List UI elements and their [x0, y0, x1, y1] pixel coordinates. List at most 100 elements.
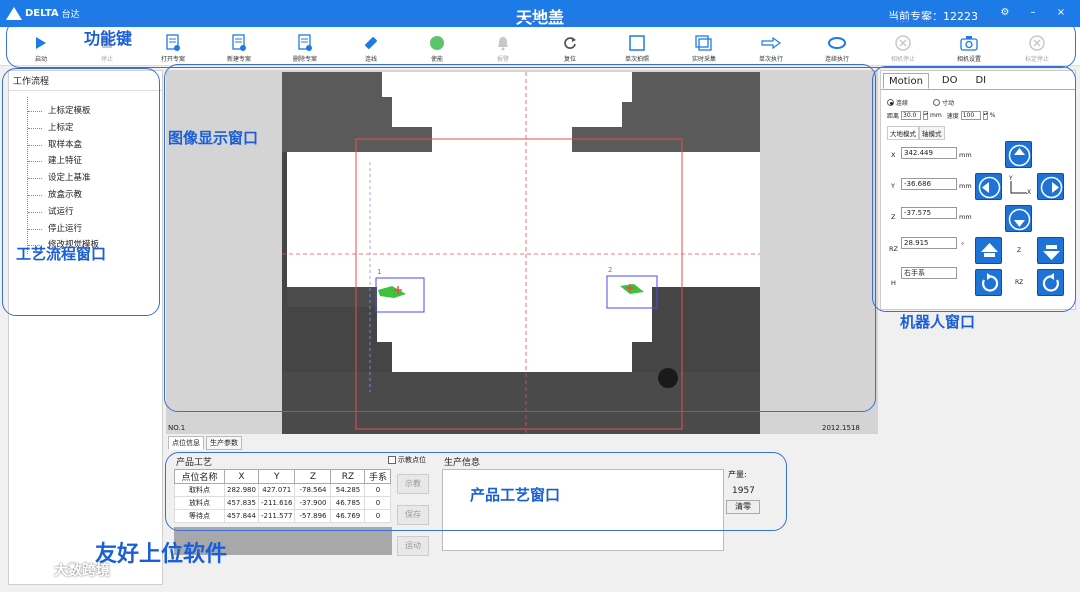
jog-z-minus-button[interactable]: [1037, 237, 1064, 264]
single-shot-button[interactable]: 单次拍照: [612, 33, 662, 63]
col-header: RZ: [330, 469, 366, 484]
workflow-item[interactable]: 建上特征: [28, 153, 162, 170]
workflow-item[interactable]: 停止运行: [28, 221, 162, 238]
connect-button[interactable]: 连线: [346, 33, 396, 63]
open-project-button[interactable]: 打开专案: [148, 33, 198, 63]
workflow-item[interactable]: 试运行: [28, 204, 162, 221]
inch-label: 寸动: [942, 100, 955, 107]
image-window-annotation: 图像显示窗口: [168, 129, 259, 147]
workflow-title: 工作流程: [9, 71, 162, 91]
workflow-item[interactable]: 设定上基准: [28, 170, 162, 187]
table-row[interactable]: 等待点 457.844 -211.577 -57.896 46.769 0: [174, 509, 392, 523]
reset-button[interactable]: 复位: [545, 33, 595, 63]
watermark: 大数跨境: [10, 560, 110, 580]
tab-di[interactable]: DI: [970, 73, 991, 89]
speed-spinner[interactable]: ▴▾: [982, 111, 988, 120]
alarm-button[interactable]: 报警: [478, 33, 528, 63]
start-button[interactable]: 启动: [16, 33, 66, 63]
alarm-bell-icon: [498, 37, 508, 51]
single-run-button[interactable]: 单次执行: [746, 33, 796, 63]
cell: 457.844: [224, 509, 259, 523]
single-shot-label: 单次拍照: [624, 56, 649, 63]
camera-stop-icon: [895, 35, 911, 51]
camera-stop-button[interactable]: 相机停止: [878, 33, 928, 63]
tab-production-params[interactable]: 生产参数: [206, 436, 242, 450]
enable-icon: [430, 36, 444, 50]
settings-icon[interactable]: ⚙: [998, 6, 1012, 20]
coord-readout: 2012.1518: [822, 424, 860, 432]
speed-input[interactable]: 100: [960, 111, 981, 120]
save-button[interactable]: 保存: [397, 505, 429, 525]
jog-y-plus-button[interactable]: [1005, 141, 1032, 168]
enable-button[interactable]: 使能: [412, 33, 462, 63]
open-project-icon: [166, 34, 180, 51]
rz-label: RZ: [889, 245, 898, 253]
start-label: 启动: [34, 56, 47, 63]
cell: 放料点: [174, 496, 225, 510]
h-field[interactable]: 右手系: [901, 267, 957, 279]
tab-axis-mode[interactable]: 轴模式: [919, 126, 945, 140]
live-capture-label: 实时采集: [691, 56, 716, 63]
clear-button[interactable]: 清零: [726, 500, 760, 514]
open-project-label: 打开专案: [160, 56, 185, 63]
camera-settings-button[interactable]: 相机设置: [944, 33, 994, 63]
cell: -211.577: [257, 509, 296, 523]
x-unit: mm: [959, 151, 972, 159]
jog-y-minus-button[interactable]: [1005, 205, 1032, 232]
production-info-textbox[interactable]: [442, 469, 724, 551]
yield-label: 产量:: [728, 470, 747, 479]
demo-points-checkbox[interactable]: 示教点位: [388, 455, 426, 465]
yield-value: 1957: [732, 486, 755, 496]
table-row[interactable]: 取料点 282.980 427.071 -78.564 54.285 0: [174, 483, 392, 497]
jog-z-plus-button[interactable]: [975, 237, 1002, 264]
distance-label: 距离: [887, 113, 900, 120]
workflow-item[interactable]: 上标定模板: [28, 103, 162, 120]
tab-point-info[interactable]: 点位信息: [168, 436, 204, 450]
distance-input[interactable]: 30.0: [901, 111, 922, 120]
table-row[interactable]: 放料点 457.835 -211.616 -37.900 46.785 0: [174, 496, 392, 510]
watermark-logo-icon: [11, 563, 46, 577]
workflow-item[interactable]: 取样本盒: [28, 137, 162, 154]
workflow-list: 上标定模板 上标定 取样本盒 建上特征 设定上基准 放盒示教 试运行 停止运行 …: [27, 97, 162, 255]
rz-field[interactable]: 28.915: [901, 237, 957, 249]
distance-spinner[interactable]: ▴▾: [923, 111, 928, 120]
tab-do[interactable]: DO: [937, 73, 963, 89]
move-button[interactable]: 运动: [397, 536, 429, 556]
jog-x-minus-button[interactable]: [975, 173, 1002, 200]
enable-label: 使能: [430, 56, 443, 63]
z-field[interactable]: -37.575: [901, 207, 957, 219]
workflow-item[interactable]: 放盒示教: [28, 187, 162, 204]
reset-label: 复位: [563, 56, 576, 63]
continuous-radio[interactable]: 连续: [887, 98, 908, 107]
cell: 0: [364, 509, 392, 523]
col-header: Y: [257, 469, 296, 484]
rotate-cw-icon: [1042, 273, 1059, 292]
continuous-run-button[interactable]: 连续执行: [812, 33, 862, 63]
new-project-button[interactable]: 新建专案: [214, 33, 264, 63]
inch-radio[interactable]: 寸动: [933, 98, 954, 107]
live-capture-button[interactable]: 实时采集: [679, 33, 729, 63]
calib-stop-button[interactable]: 标定停止: [1012, 33, 1062, 63]
jog-rz-cw-button[interactable]: [1037, 269, 1064, 296]
delete-project-button[interactable]: 删除专案: [280, 33, 330, 63]
jog-rz-label: RZ: [1015, 279, 1024, 286]
minimize-button[interactable]: –: [1026, 6, 1040, 20]
continuous-run-icon: [828, 37, 846, 49]
jog-rz-ccw-button[interactable]: [975, 269, 1002, 296]
x-field[interactable]: 342.449: [901, 147, 957, 159]
distance-speed-row: 距离 30.0 ▴▾ mm 速度 100 ▴▾ %: [887, 111, 995, 120]
single-run-icon: [761, 37, 781, 49]
tab-motion[interactable]: Motion: [883, 73, 929, 89]
close-button[interactable]: ×: [1054, 6, 1068, 20]
jog-x-plus-button[interactable]: [1037, 173, 1064, 200]
cell: 427.071: [257, 483, 296, 497]
play-icon: [36, 37, 46, 49]
y-field[interactable]: -36.686: [901, 178, 957, 190]
product-window-annotation: 产品工艺窗口: [470, 486, 561, 504]
delete-project-label: 删除专案: [292, 56, 317, 63]
teach-button[interactable]: 示教: [397, 474, 429, 494]
tab-world-mode[interactable]: 大地模式: [887, 126, 919, 140]
workflow-item[interactable]: 上标定: [28, 120, 162, 137]
camera-image[interactable]: 1 2: [282, 72, 760, 434]
demo-points-label: 示教点位: [398, 456, 426, 464]
